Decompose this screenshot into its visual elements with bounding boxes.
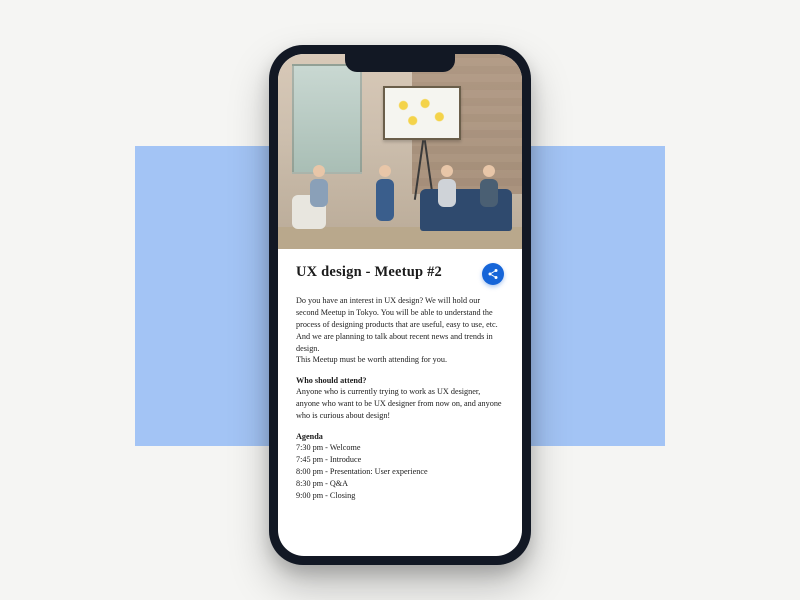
who-should-attend-label: Who should attend?: [296, 376, 504, 385]
agenda-label: Agenda: [296, 432, 504, 441]
agenda-item: 8:30 pm - Q&A: [296, 478, 504, 490]
agenda-list: 7:30 pm - Welcome7:45 pm - Introduce8:00…: [296, 442, 504, 501]
event-description: Do you have an interest in UX design? We…: [296, 295, 504, 366]
agenda-item: 7:45 pm - Introduce: [296, 454, 504, 466]
event-title: UX design - Meetup #2: [296, 263, 442, 281]
agenda-item: 7:30 pm - Welcome: [296, 442, 504, 454]
phone-screen: UX design - Meetup #2 Do you have an int…: [278, 54, 522, 556]
title-row: UX design - Meetup #2: [296, 263, 504, 285]
phone-notch: [345, 54, 455, 72]
share-icon: [487, 268, 499, 280]
share-button[interactable]: [482, 263, 504, 285]
agenda-item: 9:00 pm - Closing: [296, 490, 504, 502]
event-content: UX design - Meetup #2 Do you have an int…: [278, 249, 522, 513]
who-should-attend-body: Anyone who is currently trying to work a…: [296, 386, 504, 422]
agenda-item: 8:00 pm - Presentation: User experience: [296, 466, 504, 478]
phone-frame: UX design - Meetup #2 Do you have an int…: [269, 45, 531, 565]
event-hero-image: [278, 54, 522, 249]
